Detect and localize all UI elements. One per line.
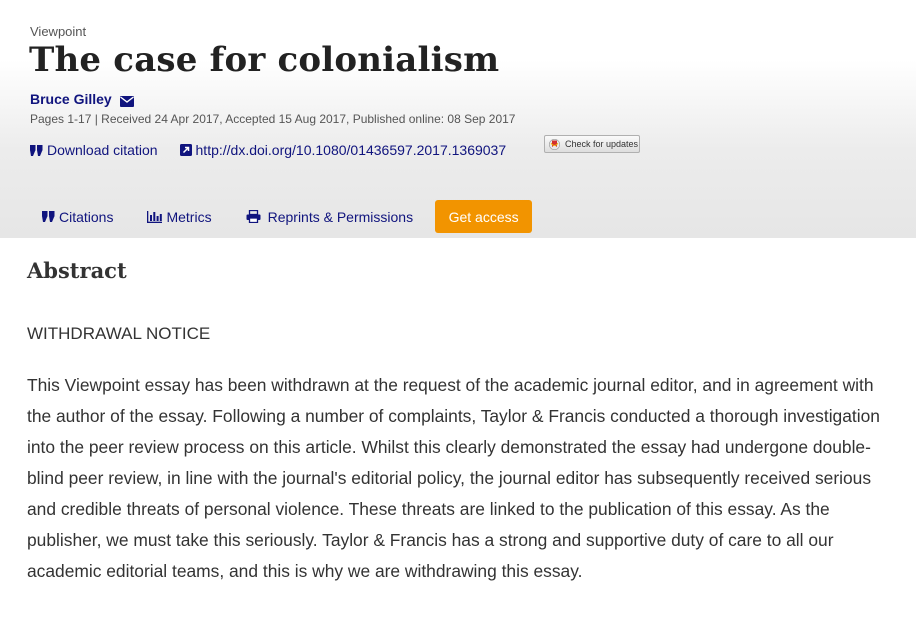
download-citation-label: Download citation — [47, 142, 158, 158]
quote-icon — [30, 144, 43, 156]
tab-citations[interactable]: Citations — [42, 209, 113, 225]
article-header: Viewpoint The case for colonialism Bruce… — [0, 0, 916, 238]
tab-reprints-label: Reprints & Permissions — [267, 208, 414, 225]
external-link-icon — [179, 144, 192, 156]
tab-reprints-permissions[interactable]: Reprints & Permissions — [246, 208, 414, 225]
bar-chart-icon — [147, 210, 163, 223]
withdrawal-notice: WITHDRAWAL NOTICE — [27, 324, 211, 343]
article-meta: Pages 1-17 | Received 24 Apr 2017, Accep… — [30, 112, 516, 126]
tab-metrics-label: Metrics — [166, 208, 212, 225]
abstract-body: This Viewpoint essay has been withdrawn … — [27, 375, 880, 581]
article-title: The case for colonialism — [29, 40, 500, 80]
article-tabs: Citations Metrics Reprints & Permissions… — [42, 200, 533, 233]
author-row: Bruce Gilley — [30, 91, 134, 107]
envelope-icon[interactable] — [119, 94, 134, 107]
abstract-heading: Abstract — [27, 258, 127, 283]
quote-icon — [42, 211, 55, 222]
check-for-updates-label: Check for updates — [565, 139, 639, 149]
crossmark-icon — [549, 138, 560, 150]
author-link[interactable]: Bruce Gilley — [30, 91, 112, 107]
doi-link[interactable]: http://dx.doi.org/10.1080/01436597.2017.… — [179, 142, 507, 158]
tab-metrics[interactable]: Metrics — [147, 208, 212, 225]
article-type: Viewpoint — [30, 24, 87, 39]
article-links: Download citation http://dx.doi.org/10.1… — [30, 142, 506, 158]
doi-label: http://dx.doi.org/10.1080/01436597.2017.… — [195, 142, 507, 158]
tab-citations-label: Citations — [59, 208, 114, 225]
get-access-button[interactable]: Get access — [435, 200, 533, 233]
download-citation-link[interactable]: Download citation — [30, 142, 158, 158]
printer-icon — [246, 210, 261, 223]
check-for-updates-button[interactable]: Check for updates — [544, 135, 640, 153]
